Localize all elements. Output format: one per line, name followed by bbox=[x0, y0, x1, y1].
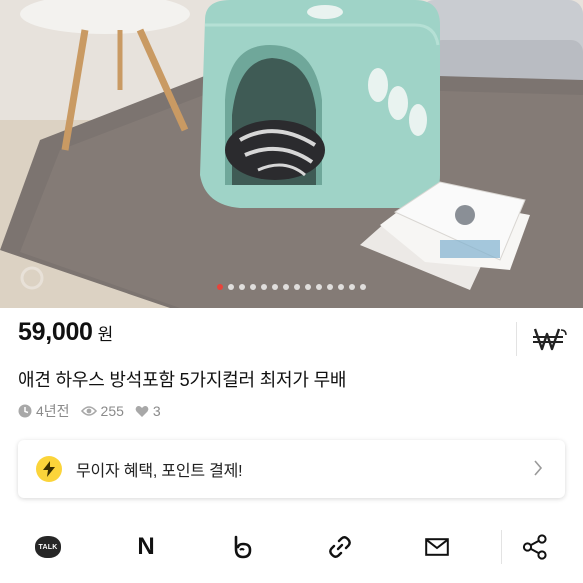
band-icon bbox=[234, 535, 252, 559]
pagination-dot-active bbox=[217, 284, 223, 290]
product-meta: 4년전 255 3 bbox=[18, 401, 172, 421]
link-icon bbox=[329, 536, 351, 558]
share-naver-button[interactable]: N bbox=[128, 531, 164, 563]
gallery-pagination bbox=[0, 284, 583, 290]
pagination-dot bbox=[327, 284, 333, 290]
product-title: 애견 하우스 방석포함 5가지컬러 최저가 무배 bbox=[18, 370, 347, 390]
lightning-icon bbox=[43, 461, 55, 477]
pagination-dot bbox=[338, 284, 344, 290]
pagination-dot bbox=[294, 284, 300, 290]
payment-benefit-banner[interactable]: 무이자 혜택, 포인트 결제! bbox=[18, 440, 565, 498]
pagination-dot bbox=[239, 284, 245, 290]
heart-icon bbox=[135, 405, 149, 417]
pagination-dot bbox=[360, 284, 366, 290]
posted-time-text: 4년전 bbox=[36, 403, 70, 419]
kakaotalk-icon: TALK bbox=[35, 536, 61, 558]
pagination-dot bbox=[261, 284, 267, 290]
pagination-dot bbox=[283, 284, 289, 290]
pay-won-icon bbox=[533, 328, 567, 351]
pagination-dot bbox=[316, 284, 322, 290]
posted-time: 4년전 bbox=[18, 401, 70, 421]
currency-unit: 원 bbox=[97, 325, 114, 344]
price-row: 59,000 원 bbox=[18, 318, 113, 358]
view-count: 255 bbox=[80, 403, 124, 419]
like-count-text: 3 bbox=[152, 403, 161, 419]
pagination-dot bbox=[349, 284, 355, 290]
lightning-badge bbox=[36, 456, 62, 482]
clock-icon bbox=[18, 404, 32, 418]
naver-icon: N bbox=[137, 533, 155, 560]
price: 59,000 bbox=[18, 318, 93, 346]
share-bar: TALK N bbox=[0, 520, 583, 574]
eye-icon bbox=[80, 406, 97, 416]
share-mail-button[interactable] bbox=[419, 531, 455, 563]
copy-link-button[interactable] bbox=[322, 531, 358, 563]
pagination-dot bbox=[228, 284, 234, 290]
mail-icon bbox=[425, 538, 449, 556]
product-image[interactable] bbox=[0, 0, 583, 308]
share-kakaotalk-button[interactable]: TALK bbox=[30, 531, 66, 563]
pagination-dot bbox=[305, 284, 311, 290]
divider bbox=[516, 322, 517, 356]
pay-button[interactable] bbox=[528, 320, 572, 358]
share-button[interactable] bbox=[517, 531, 553, 563]
divider bbox=[501, 530, 502, 564]
share-icon bbox=[522, 534, 547, 560]
pagination-dot bbox=[272, 284, 278, 290]
chevron-right-icon bbox=[534, 460, 543, 476]
benefit-text: 무이자 혜택, 포인트 결제! bbox=[76, 463, 243, 480]
share-band-button[interactable] bbox=[224, 531, 260, 563]
product-photo-illustration bbox=[0, 0, 583, 308]
pagination-dot bbox=[250, 284, 256, 290]
view-count-text: 255 bbox=[100, 403, 124, 419]
like-count: 3 bbox=[135, 403, 161, 419]
